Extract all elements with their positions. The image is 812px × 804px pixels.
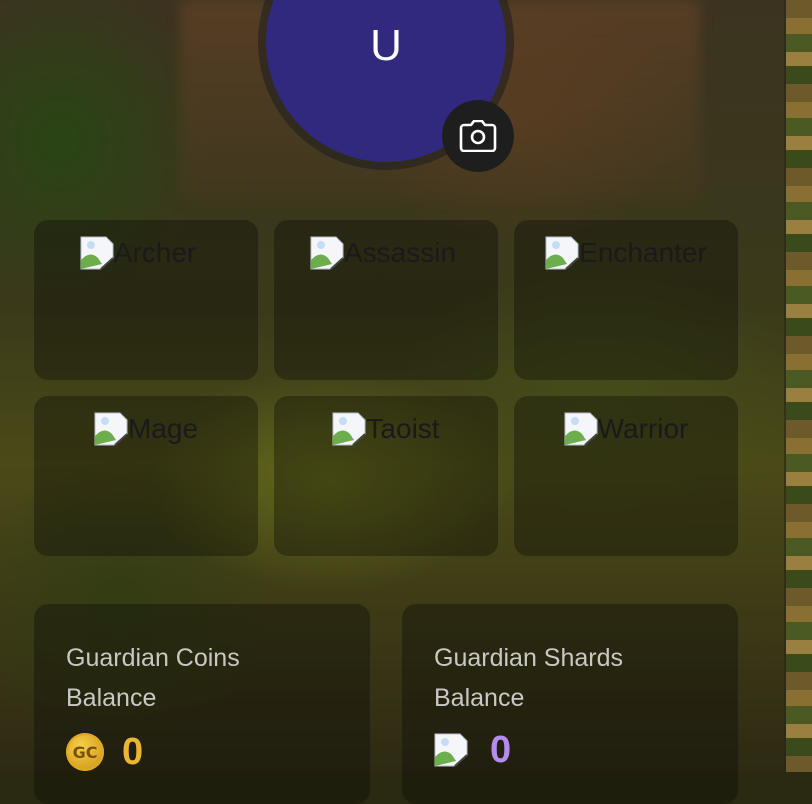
shards-balance-value: 0 bbox=[490, 728, 512, 771]
archer-alt-text: Archer bbox=[113, 237, 197, 268]
guardian-coin-icon: GC bbox=[66, 733, 104, 771]
avatar-initial: U bbox=[370, 21, 402, 70]
panel-edge bbox=[784, 0, 786, 772]
coins-balance-title: Guardian Coins Balance bbox=[66, 644, 240, 712]
broken-image-icon bbox=[545, 236, 579, 270]
assassin-image: Assassin bbox=[310, 236, 456, 270]
class-card-warrior[interactable]: Warrior bbox=[514, 396, 738, 556]
assassin-alt-text: Assassin bbox=[343, 237, 457, 268]
warrior-alt-text: Warrior bbox=[597, 413, 689, 444]
warrior-image: Warrior bbox=[564, 412, 689, 446]
taoist-image: Taoist bbox=[332, 412, 440, 446]
coins-balance-card: Guardian Coins Balance GC 0 bbox=[34, 604, 370, 804]
shards-balance-title: Guardian Shards Balance bbox=[434, 644, 624, 712]
class-card-assassin[interactable]: Assassin bbox=[274, 220, 498, 380]
coins-balance-value: 0 bbox=[122, 730, 144, 773]
change-avatar-button[interactable] bbox=[442, 100, 514, 172]
archer-image: Archer bbox=[80, 236, 196, 270]
broken-image-icon bbox=[94, 412, 128, 446]
broken-image-icon bbox=[310, 236, 344, 270]
mage-alt-text: Mage bbox=[127, 413, 199, 444]
enchanter-alt-text: Enchanter bbox=[579, 237, 707, 268]
class-card-mage[interactable]: Mage bbox=[34, 396, 258, 556]
taoist-alt-text: Taoist bbox=[366, 413, 440, 444]
coin-icon-text: GC bbox=[72, 742, 98, 762]
broken-image-icon bbox=[80, 236, 114, 270]
enchanter-image: Enchanter bbox=[545, 236, 707, 270]
shard-icon bbox=[434, 733, 468, 767]
class-card-enchanter[interactable]: Enchanter bbox=[514, 220, 738, 380]
background-strip bbox=[786, 0, 812, 772]
mage-image: Mage bbox=[94, 412, 198, 446]
shards-balance-card: Guardian Shards Balance 0 bbox=[402, 604, 738, 804]
class-card-archer[interactable]: Archer bbox=[34, 220, 258, 380]
broken-image-icon bbox=[564, 412, 598, 446]
class-card-taoist[interactable]: Taoist bbox=[274, 396, 498, 556]
camera-icon bbox=[459, 120, 497, 152]
broken-image-icon bbox=[332, 412, 367, 446]
